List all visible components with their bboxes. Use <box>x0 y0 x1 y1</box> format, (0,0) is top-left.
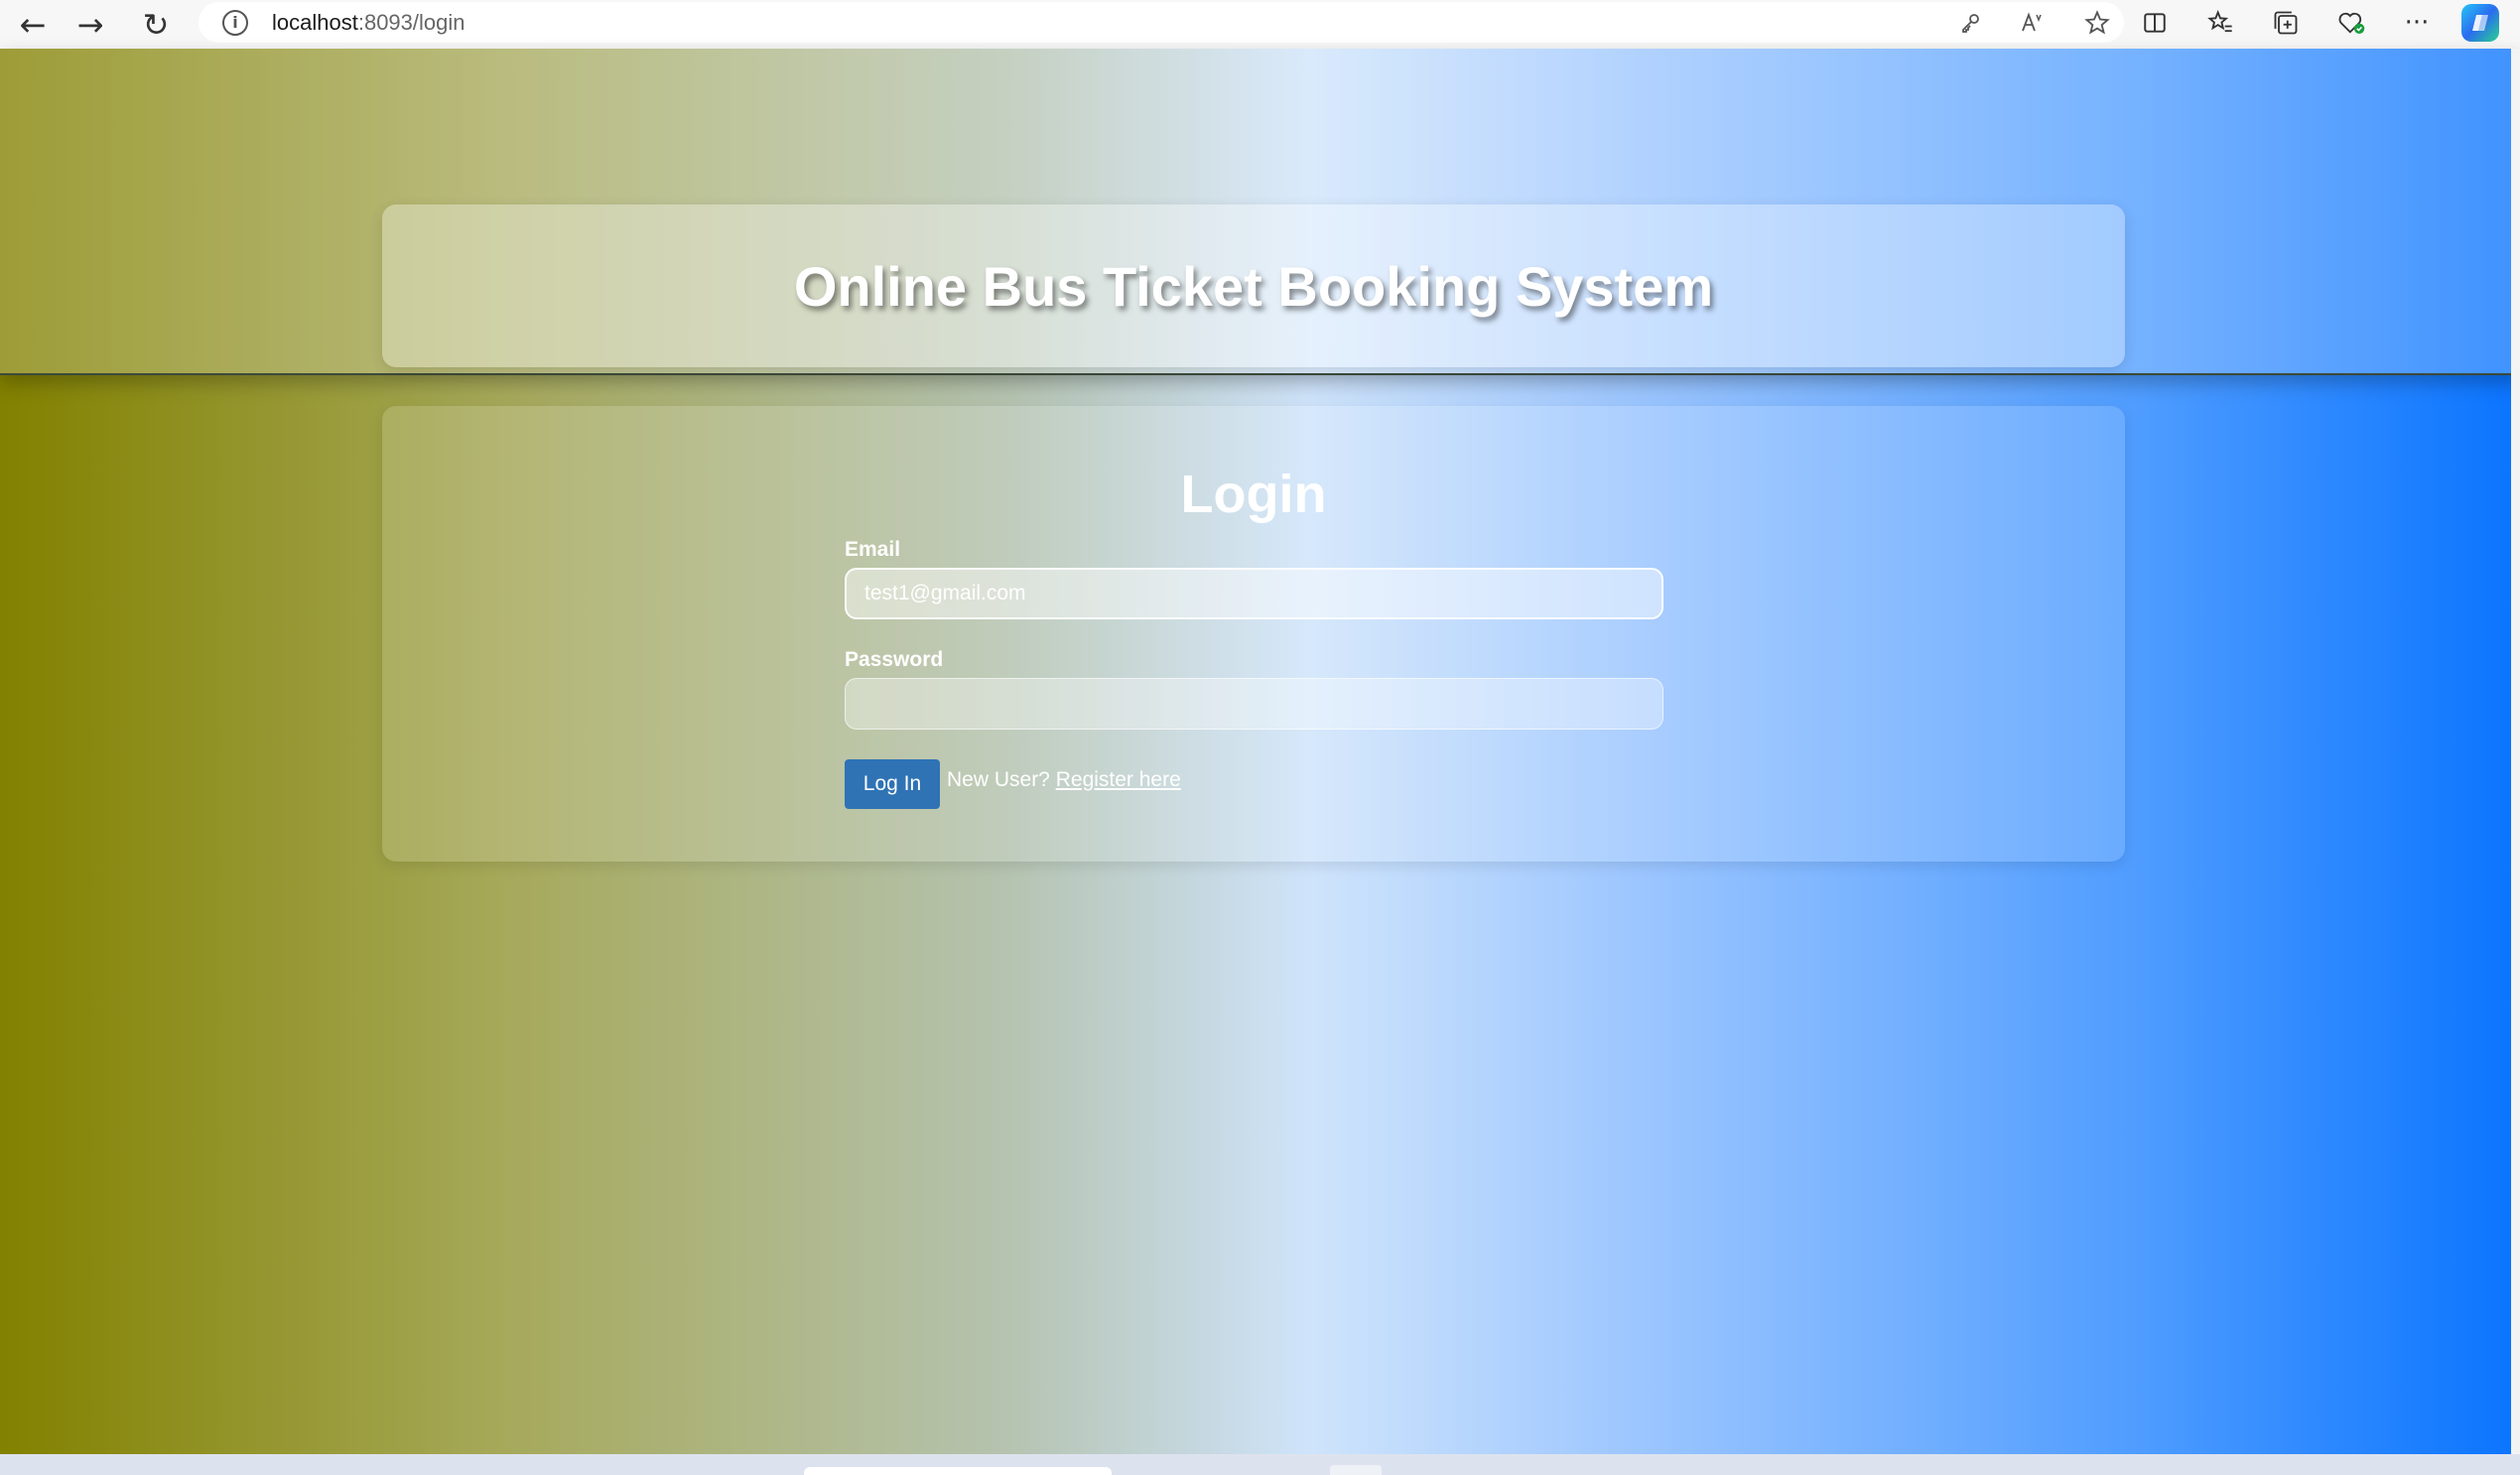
more-icon[interactable]: ··· <box>2396 2 2438 44</box>
address-bar[interactable]: i localhost:8093/login <box>199 2 2124 43</box>
split-screen-icon[interactable] <box>2134 2 2176 44</box>
taskbar-item[interactable] <box>1330 1465 1382 1475</box>
page-header: Online Bus Ticket Booking System <box>0 49 2520 375</box>
login-button[interactable]: Log In <box>845 759 940 809</box>
health-icon[interactable] <box>2330 2 2372 44</box>
page-viewport: Online Bus Ticket Booking System Login E… <box>0 49 2520 1454</box>
new-user-text: New User? <box>947 768 1050 791</box>
email-label: Email <box>845 538 901 561</box>
forward-button[interactable]: → <box>58 0 123 49</box>
read-aloud-icon[interactable] <box>2017 6 2051 40</box>
collections-icon[interactable] <box>2265 2 2307 44</box>
back-button[interactable]: ← <box>0 0 66 49</box>
favorite-star-icon[interactable] <box>2080 6 2114 40</box>
address-bar-actions <box>1953 2 2114 43</box>
password-label: Password <box>845 648 944 671</box>
taskbar-strip <box>0 1454 2520 1475</box>
register-link[interactable]: Register here <box>1056 768 1181 791</box>
url-path: :8093/login <box>357 9 465 35</box>
password-field[interactable] <box>845 678 1663 730</box>
url-host: localhost <box>272 9 358 35</box>
taskbar-item[interactable] <box>804 1467 1112 1475</box>
register-prompt: New User? Register here <box>947 768 1181 792</box>
key-icon[interactable] <box>1953 6 1987 40</box>
site-info-icon[interactable]: i <box>222 9 248 36</box>
email-field[interactable] <box>845 568 1663 619</box>
browser-toolbar: ← → ↻ i localhost:8093/login ··· <box>0 0 2520 49</box>
browser-tools: ··· <box>2134 0 2499 45</box>
login-form: Login Email Password Log In New User? Re… <box>382 406 2125 862</box>
header-card: Online Bus Ticket Booking System <box>382 204 2125 367</box>
window-edge <box>2511 49 2520 1454</box>
url-text[interactable]: localhost:8093/login <box>272 10 465 36</box>
site-title: Online Bus Ticket Booking System <box>793 254 1714 318</box>
login-heading: Login <box>1180 465 1327 524</box>
reload-button[interactable]: ↻ <box>123 0 189 49</box>
copilot-icon[interactable] <box>2461 3 2499 42</box>
favorites-icon[interactable] <box>2199 2 2241 44</box>
